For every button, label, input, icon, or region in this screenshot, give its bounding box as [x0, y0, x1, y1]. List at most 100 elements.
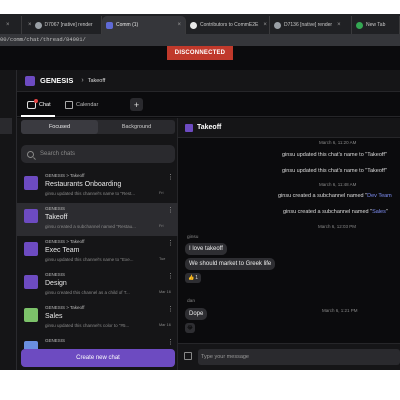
- search-bar[interactable]: Search chats: [21, 145, 175, 163]
- tab-chat[interactable]: Chat: [21, 99, 55, 117]
- browser-tab[interactable]: New Tab: [352, 16, 400, 34]
- laughing-icon: 😂: [187, 325, 193, 331]
- tab-title: D7136 [native] render: [284, 22, 333, 28]
- reaction-count: 1: [195, 275, 198, 281]
- chat-preview: ginsu updated this channel's name to "Re…: [45, 191, 136, 196]
- tab-title: Comm (1): [116, 22, 139, 28]
- tab-chat-label: Chat: [39, 102, 51, 108]
- chat-name: Exec Team: [45, 247, 80, 254]
- chat-preview: ginsu created this channel as a child of…: [45, 290, 130, 295]
- thread-title: Takeoff: [197, 124, 222, 131]
- attach-image-icon[interactable]: [184, 352, 192, 360]
- message-bubble[interactable]: I love takeoff: [185, 243, 227, 255]
- chat-list-panel: Focused Background Search chats GENESIS …: [17, 118, 178, 370]
- community-rail-selected[interactable]: [0, 118, 12, 134]
- message-input[interactable]: [198, 349, 400, 365]
- chat-preview: ginsu updated this channel's color to "#…: [45, 323, 130, 328]
- github-favicon-icon: [190, 21, 197, 29]
- timestamp: March 6, 1:21 PM: [322, 308, 358, 313]
- subchannel-link[interactable]: Dev Team: [367, 193, 392, 199]
- new-tab-favicon-icon: [356, 21, 363, 29]
- chat-name: Design: [45, 280, 67, 287]
- close-icon[interactable]: ×: [177, 22, 181, 28]
- create-new-chat-button[interactable]: Create new chat: [21, 349, 175, 367]
- system-message: ginsu updated this chat's name to "Takeo…: [282, 168, 387, 174]
- message-sender: dan: [187, 299, 196, 304]
- chat-name: Restaurants Onboarding: [45, 181, 122, 188]
- more-options-icon[interactable]: ⋮: [167, 272, 174, 280]
- chat-crumb: GENESIS > Takeoff: [45, 305, 85, 310]
- focused-tab[interactable]: Focused: [21, 120, 98, 134]
- system-message: ginsu created a subchannel named "Sales": [283, 209, 388, 215]
- chat-time: Tue: [159, 257, 166, 261]
- close-icon[interactable]: ×: [263, 22, 267, 28]
- chat-crumb: GENESIS > Takeoff: [45, 239, 85, 244]
- timestamp: March 6, 11:48 AM: [319, 182, 357, 187]
- close-icon[interactable]: ×: [6, 22, 10, 28]
- chat-avatar: [24, 308, 38, 322]
- chat-time: Fri: [159, 224, 164, 228]
- thread-avatar: [185, 123, 193, 132]
- message-text: Dope: [189, 311, 204, 317]
- system-text: ginsu created a subchannel named ": [278, 193, 368, 199]
- system-message: ginsu created a subchannel named "Dev Te…: [278, 193, 392, 199]
- tab-title: New Tab: [366, 22, 386, 28]
- thread-panel: Takeoff March 6, 11:20 AM ginsu updated …: [178, 118, 400, 370]
- chat-list-item[interactable]: GENESIS > Takeoff Restaurants Onboarding…: [17, 170, 178, 203]
- url-text[interactable]: 00/comm/chat/thread/84001/: [0, 35, 86, 45]
- browser-tab-active[interactable]: Comm (1) ×: [102, 16, 186, 34]
- background-tab[interactable]: Background: [98, 120, 175, 134]
- breadcrumb-thread[interactable]: Takeoff: [88, 78, 106, 84]
- more-options-icon[interactable]: ⋮: [167, 338, 174, 346]
- close-icon[interactable]: ×: [28, 22, 32, 28]
- browser-tab[interactable]: Contributors to CommE2E ×: [186, 16, 270, 34]
- reaction-chip[interactable]: 😂: [185, 323, 195, 333]
- app-tabs: Chat Calendar +: [17, 93, 400, 117]
- system-text: ginsu created a subchannel named ": [283, 209, 373, 215]
- community-name[interactable]: GENESIS: [40, 76, 73, 85]
- browser-tab[interactable]: × D7067 [native] render: [22, 16, 102, 34]
- message-bubble[interactable]: We should market to Greek life: [185, 258, 276, 270]
- chat-preview: ginsu created a subchannel named "Restau…: [45, 224, 136, 229]
- chat-avatar: [24, 341, 38, 349]
- chat-crumb: GENESIS: [45, 272, 66, 277]
- tab-calendar-label: Calendar: [76, 102, 99, 108]
- chat-list-item[interactable]: GENESIS Design ginsu created this channe…: [17, 269, 178, 302]
- chat-avatar: [24, 209, 38, 223]
- community-avatar[interactable]: [25, 75, 35, 86]
- browser-tab[interactable]: ×: [0, 16, 22, 34]
- more-options-icon[interactable]: ⋮: [167, 173, 174, 181]
- chat-bubble-icon: [27, 99, 38, 109]
- reaction-chip[interactable]: 👍 1: [185, 273, 201, 283]
- chat-avatar: [24, 176, 38, 190]
- system-message: ginsu updated this chat's name to "Takeo…: [282, 152, 387, 158]
- message-text: I love takeoff: [189, 246, 223, 252]
- address-bar[interactable]: 00/comm/chat/thread/84001/: [0, 34, 400, 46]
- calendar-icon: [65, 101, 73, 109]
- chat-avatar: [24, 242, 38, 256]
- more-options-icon[interactable]: ⋮: [167, 305, 174, 313]
- message-bubble[interactable]: Dope: [185, 308, 208, 320]
- community-header: GENESIS › Takeoff: [17, 70, 400, 92]
- search-icon: [27, 150, 34, 158]
- chevron-right-icon: ›: [81, 77, 84, 84]
- chat-list-item[interactable]: GENESIS > Takeoff Exec Team ginsu update…: [17, 236, 178, 269]
- add-tab-button[interactable]: +: [130, 98, 143, 111]
- close-icon[interactable]: ×: [337, 22, 341, 28]
- chat-avatar: [24, 275, 38, 289]
- browser-tab[interactable]: D7136 [native] render ×: [270, 16, 352, 34]
- tab-favicon-icon: [274, 21, 281, 29]
- timestamp: March 6, 11:20 AM: [319, 140, 357, 145]
- tab-title: D7067 [native] render: [44, 22, 93, 28]
- search-placeholder: Search chats: [40, 151, 76, 157]
- subchannel-link[interactable]: Sales: [372, 209, 386, 215]
- thumbs-up-icon: 👍: [187, 275, 195, 281]
- more-options-icon[interactable]: ⋮: [167, 239, 174, 247]
- chat-list-item-selected[interactable]: GENESIS Takeoff ginsu created a subchann…: [17, 203, 178, 236]
- system-text: ": [385, 209, 388, 215]
- notification-dot: [34, 99, 38, 103]
- chat-list-item[interactable]: GENESIS > Takeoff Sales ginsu updated th…: [17, 302, 178, 335]
- tab-calendar[interactable]: Calendar: [65, 99, 98, 111]
- chat-list-item[interactable]: GENESIS ⋮: [17, 335, 178, 349]
- more-options-icon[interactable]: ⋮: [167, 206, 174, 214]
